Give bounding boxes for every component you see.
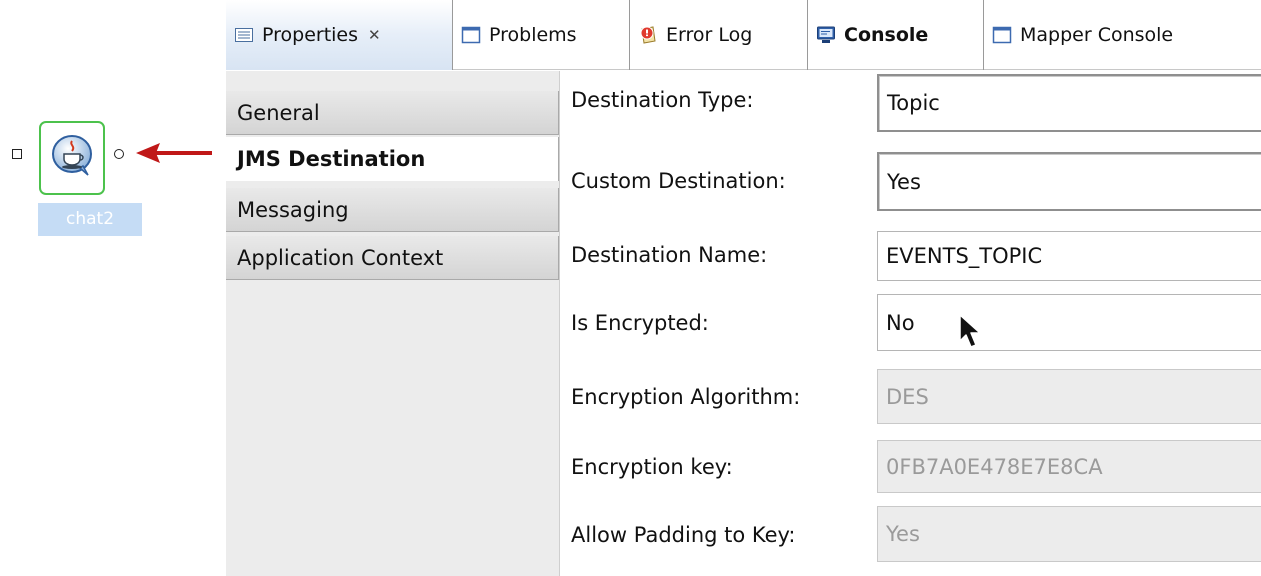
pointer-arrow-icon [136,143,212,163]
section-label: Messaging [237,197,349,222]
encryption-algorithm-combo: DES [877,369,1261,424]
view-tab-bar: Properties ✕ Problems Error Log Console [226,0,1261,70]
tab-label: Properties [262,24,359,46]
allow-padding-combo: Yes [877,506,1261,562]
is-encrypted-label: Is Encrypted: [571,311,709,335]
tab-label: Console [844,24,929,46]
error-log-icon [640,26,656,44]
tab-mapper-console[interactable]: Mapper Console [984,0,1261,70]
section-label: General [237,100,320,125]
section-jms-destination[interactable]: JMS Destination [226,137,559,181]
section-label: Application Context [237,245,444,270]
encryption-key-field: 0FB7A0E478E7E8CA [877,440,1261,493]
tab-label: Problems [489,24,577,46]
field-value: DES [886,384,929,409]
field-value: Topic [887,91,940,115]
encryption-algorithm-label: Encryption Algorithm: [571,385,801,409]
tab-problems[interactable]: Problems [453,0,630,70]
tab-error-log[interactable]: Error Log [630,0,808,70]
property-sections: General JMS Destination Messaging Applic… [226,71,560,576]
field-value: 0FB7A0E478E7E8CA [886,454,1103,479]
java-bean-icon [52,135,92,176]
view-window-icon [992,26,1012,44]
tab-console[interactable]: Console [808,0,984,70]
close-icon[interactable]: ✕ [368,26,381,44]
section-application-context[interactable]: Application Context [226,236,559,280]
custom-destination-label: Custom Destination: [571,169,786,193]
tab-properties[interactable]: Properties ✕ [226,0,453,70]
tab-label: Error Log [666,24,753,46]
field-value: Yes [887,169,921,194]
destination-name-label: Destination Name: [571,243,768,267]
mouse-cursor-icon [959,314,981,348]
custom-destination-combo[interactable]: Yes [877,152,1261,211]
destination-type-label: Destination Type: [571,88,754,112]
section-messaging[interactable]: Messaging [226,188,559,232]
section-general[interactable]: General [226,91,559,135]
property-grid: Destination Type: Topic Custom Destinati… [560,71,1261,576]
encryption-key-label: Encryption key: [571,455,733,479]
properties-icon [235,28,253,42]
field-value: EVENTS_TOPIC [886,244,1043,268]
allow-padding-label: Allow Padding to Key: [571,523,796,547]
section-label: JMS Destination [237,147,426,171]
field-value: Yes [886,522,920,546]
view-window-icon [461,26,481,44]
destination-type-combo[interactable]: Topic [877,74,1261,132]
node-output-port[interactable] [114,149,124,159]
node-label: chat2 [38,203,142,236]
node-input-port[interactable] [12,149,22,159]
field-value: No [886,310,915,335]
destination-name-field[interactable]: EVENTS_TOPIC [877,231,1261,281]
console-icon [817,26,835,43]
is-encrypted-combo[interactable]: No [877,294,1261,351]
tab-label: Mapper Console [1020,24,1174,46]
